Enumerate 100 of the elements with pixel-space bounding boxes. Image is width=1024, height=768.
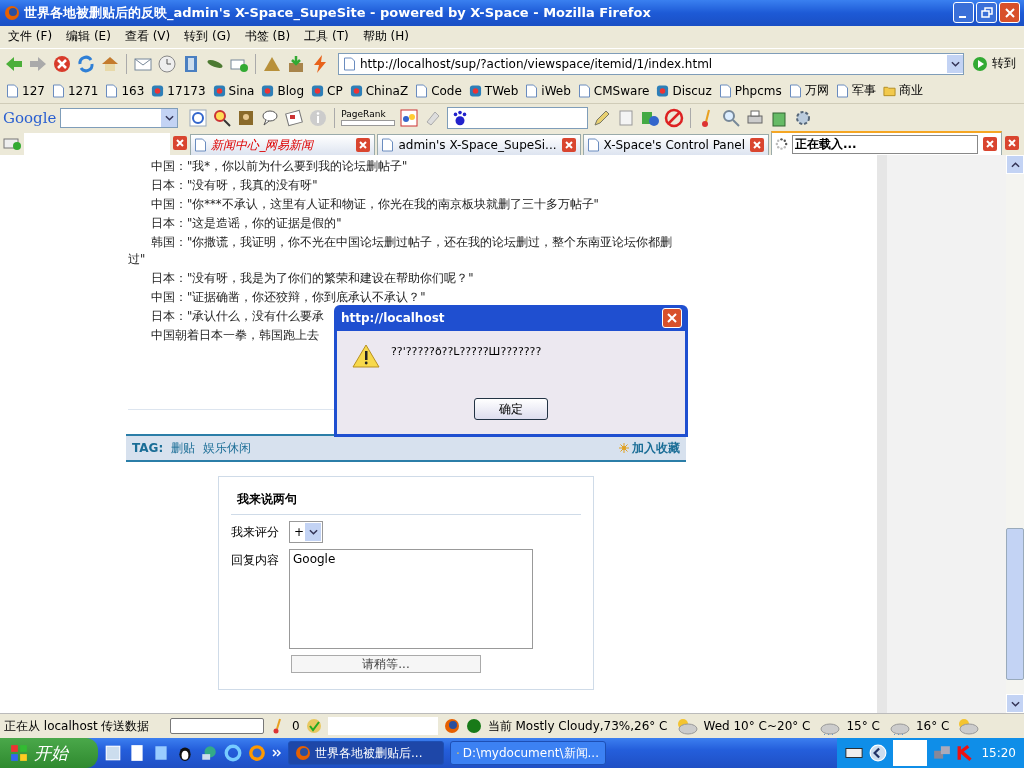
bookmark-item[interactable]: 163: [105, 83, 145, 98]
bookmark-item[interactable]: CMSware: [577, 83, 650, 98]
bookmark-item[interactable]: 1271: [51, 83, 99, 98]
scroll-down-button[interactable]: [1006, 694, 1024, 714]
browser-logo-icon: [4, 4, 20, 21]
close-button[interactable]: [662, 308, 682, 328]
blocked-icon[interactable]: [664, 107, 685, 128]
bookmark-item[interactable]: 军事: [835, 82, 876, 100]
download-box-icon[interactable]: [286, 53, 306, 74]
browser-tab[interactable]: X-Space's Control Panel: [582, 134, 769, 156]
bookmark-item[interactable]: ChinaZ: [349, 83, 409, 98]
magnifier-icon[interactable]: [212, 107, 233, 128]
blank-panel: [893, 740, 928, 766]
browser-logo-icon: [295, 745, 311, 761]
page-icon: [835, 83, 849, 98]
document-icon[interactable]: [128, 744, 146, 762]
weather-text: 当前 Mostly Cloudy,73%,26° C: [487, 717, 668, 735]
restore-button[interactable]: [976, 2, 997, 24]
search-engine-logo[interactable]: Google: [3, 108, 57, 127]
minimize-button[interactable]: [953, 2, 974, 24]
page-icon: [105, 83, 119, 98]
browser-tab[interactable]: 正在载入...: [771, 131, 1002, 156]
reload-icon[interactable]: [76, 53, 96, 74]
restore-icon: [980, 6, 993, 19]
bookmark-item[interactable]: Code: [415, 83, 462, 98]
close-icon[interactable]: [982, 136, 998, 153]
close-icon[interactable]: [355, 137, 372, 154]
tag-link[interactable]: 娱乐休闲: [203, 439, 252, 457]
letter-e-icon[interactable]: [224, 744, 242, 762]
chevron-left-icon[interactable]: [869, 744, 888, 762]
site-logo-icon: [311, 83, 324, 98]
search-field[interactable]: [60, 107, 179, 128]
rating-label: 我来评分: [231, 524, 280, 542]
weather-text: 15° C: [846, 719, 880, 734]
browser-tab[interactable]: admin's X-Space_SupeSi...: [377, 134, 581, 156]
menu-item[interactable]: 转到 (G): [184, 28, 231, 46]
palette-check-icon[interactable]: [305, 718, 322, 735]
start-button[interactable]: 开始: [0, 738, 98, 768]
menu-item[interactable]: 帮助 (H): [362, 28, 409, 46]
bookmark-item[interactable]: Discuz: [656, 83, 712, 98]
speech-bubble-icon[interactable]: [260, 107, 281, 128]
close-icon[interactable]: [749, 137, 765, 154]
dots-icon[interactable]: [399, 107, 420, 128]
dropdown-button[interactable]: [161, 108, 178, 127]
close-icon: [666, 312, 678, 324]
close-icon[interactable]: [1004, 135, 1020, 152]
menu-item[interactable]: 查看 (V): [124, 28, 171, 46]
taskbar-button[interactable]: 世界各地被删贴后...: [288, 741, 444, 765]
browser-logo-icon[interactable]: [443, 718, 460, 735]
menu-item[interactable]: 工具 (T): [304, 28, 349, 46]
reply-textarea[interactable]: Google: [289, 549, 533, 650]
site-logo-icon: [468, 83, 482, 98]
tag-link[interactable]: 删贴: [171, 439, 196, 457]
circle-icon[interactable]: [465, 718, 482, 735]
menu-item[interactable]: 编辑 (E): [66, 28, 111, 46]
ok-button[interactable]: 确定: [474, 398, 548, 420]
go-button[interactable]: 转到: [968, 55, 1020, 73]
spinner-icon: [775, 137, 788, 152]
clock-icon[interactable]: [157, 53, 177, 74]
bookmark-item[interactable]: 127: [6, 83, 45, 98]
rating-select[interactable]: +: [289, 521, 324, 544]
chevron-icon[interactable]: [272, 748, 282, 758]
bookmark-item[interactable]: CP: [311, 83, 343, 98]
close-icon[interactable]: [560, 137, 577, 154]
globe-icon[interactable]: [248, 744, 266, 762]
network-globe-icon[interactable]: [200, 744, 218, 762]
favorite-link[interactable]: 加入收藏: [632, 439, 680, 457]
bookmark-item[interactable]: 17173: [151, 83, 206, 98]
taskbar-button[interactable]: D:\mydocument\新闻...: [450, 741, 606, 765]
text-field[interactable]: [24, 133, 171, 156]
scroll-up-button[interactable]: [1006, 155, 1024, 175]
play-icon: [972, 55, 988, 72]
address-field[interactable]: http://localhost/sup/?action/viewspace/itemid/1/index.html: [338, 52, 964, 75]
zoom-icon[interactable]: [721, 107, 742, 128]
bookmark-item[interactable]: Sina: [212, 83, 255, 98]
bookmark-item[interactable]: 万网: [788, 82, 829, 100]
bookmark-item[interactable]: TWeb: [468, 83, 519, 98]
bookmark-item[interactable]: 商业: [882, 82, 923, 100]
dropdown-button[interactable]: [947, 54, 963, 73]
letter-g-icon[interactable]: [188, 107, 209, 128]
bookmark-item[interactable]: Blog: [261, 83, 304, 98]
penguin-icon[interactable]: [176, 744, 194, 762]
article-paragraph: 日本："承认什么，没有什么要承: [150, 308, 325, 326]
caret-icon: [1010, 700, 1020, 707]
browser-tab[interactable]: 新闻中心_网易新闻: [190, 134, 376, 156]
page-icon: [194, 138, 208, 153]
vertical-scrollbar[interactable]: [1006, 155, 1024, 714]
menu-item[interactable]: 书签 (B): [244, 28, 291, 46]
stop-icon[interactable]: [52, 53, 72, 74]
close-icon[interactable]: [172, 135, 189, 152]
notepad-icon[interactable]: [152, 744, 170, 762]
menu-item[interactable]: 文件 (F): [8, 28, 53, 46]
count-text: 0: [292, 719, 300, 734]
search-field[interactable]: [447, 106, 589, 129]
calendar-icon[interactable]: [104, 744, 122, 762]
bookmark-item[interactable]: Phpcms: [718, 83, 782, 98]
scroll-thumb[interactable]: [1006, 528, 1024, 681]
close-button[interactable]: [999, 2, 1020, 24]
pagerank-meter: PageRank: [341, 109, 396, 126]
bookmark-item[interactable]: iWeb: [525, 83, 571, 98]
